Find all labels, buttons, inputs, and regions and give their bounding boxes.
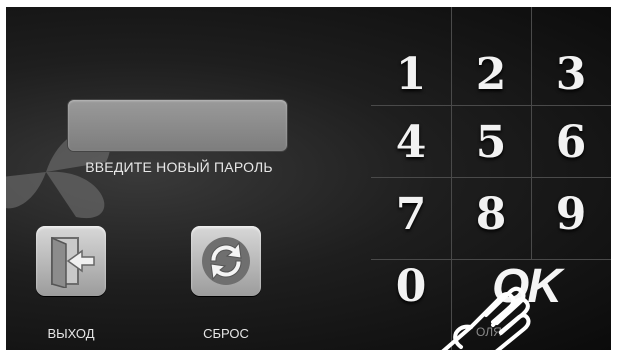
key-9[interactable]: 9 [531, 187, 611, 242]
exit-label: ВЫХОД [47, 326, 95, 341]
keypad-divider [371, 177, 611, 178]
reset-label: СБРОС [203, 326, 249, 341]
key-8[interactable]: 8 [451, 187, 531, 242]
key-7[interactable]: 7 [371, 187, 451, 242]
password-input[interactable] [68, 100, 287, 151]
key-2[interactable]: 2 [451, 47, 531, 102]
reset-button[interactable] [191, 226, 261, 296]
key-4[interactable]: 4 [371, 115, 451, 170]
key-3[interactable]: 3 [531, 47, 611, 102]
exit-door-icon [51, 236, 95, 288]
password-prompt: ВВЕДИТЕ НОВЫЙ ПАРОЛЬ [85, 159, 273, 175]
key-1[interactable]: 1 [371, 47, 451, 102]
refresh-icon [202, 237, 250, 285]
key-5[interactable]: 5 [451, 115, 531, 170]
password-screen: ВВЕДИТЕ НОВЫЙ ПАРОЛЬ ВЫХОД СБРОС 1 2 3 4… [6, 7, 611, 350]
key-6[interactable]: 6 [531, 115, 611, 170]
keypad-divider [371, 105, 611, 106]
pointing-hand-icon [441, 286, 531, 350]
exit-button[interactable] [36, 226, 106, 296]
